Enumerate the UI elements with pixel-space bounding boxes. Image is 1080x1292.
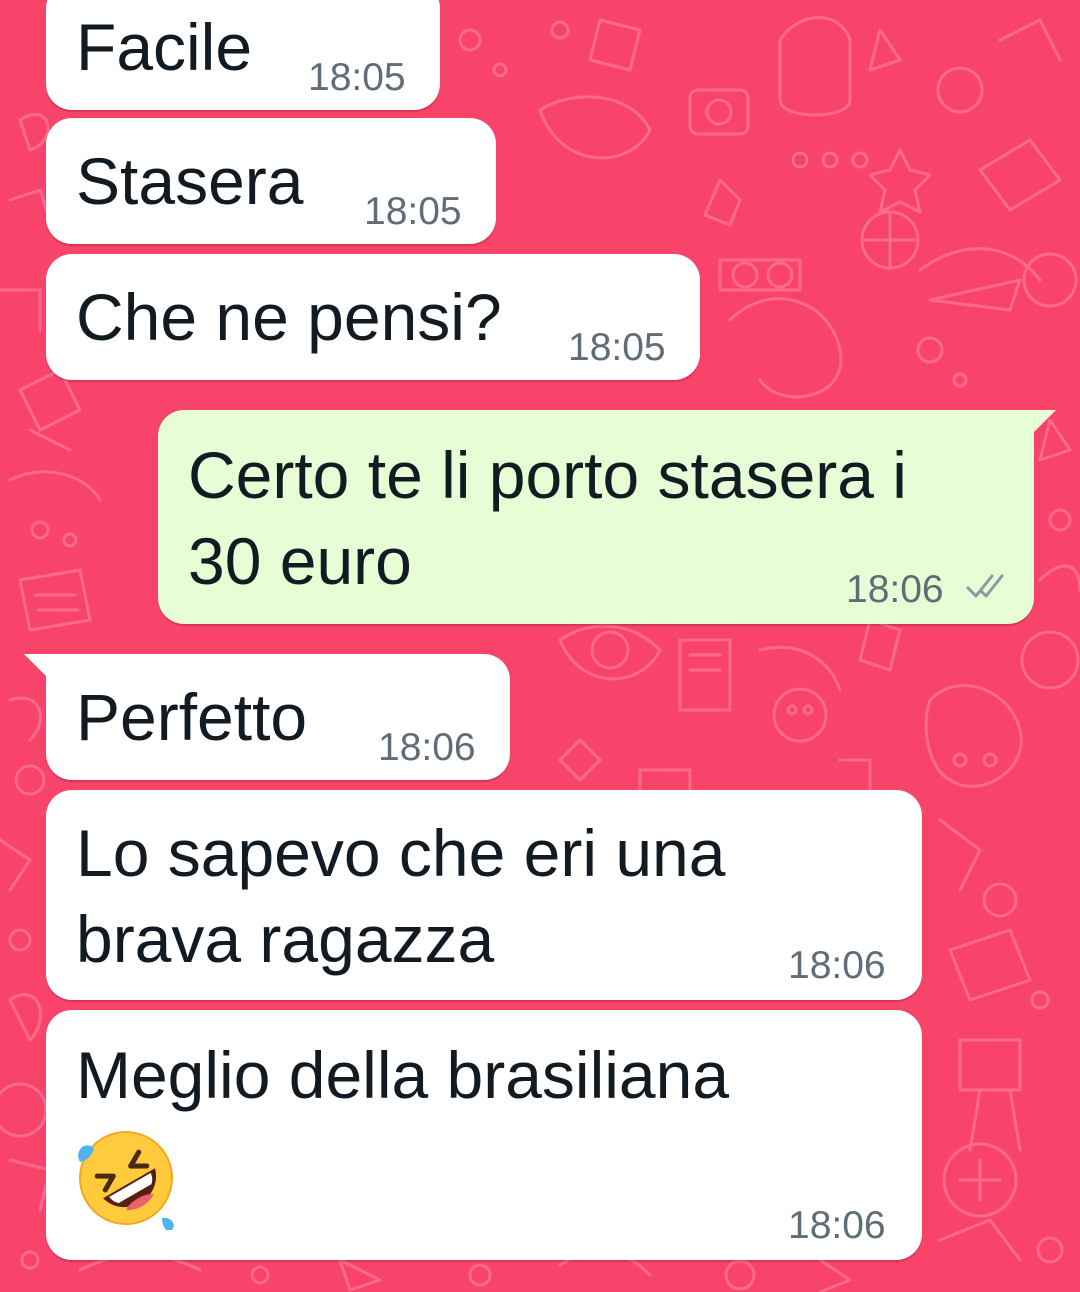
message-timestamp: 18:06 — [846, 568, 944, 611]
message-text-line-2: brava ragazza — [76, 902, 495, 976]
message-timestamp: 18:05 — [364, 190, 462, 233]
message-timestamp: 18:06 — [788, 944, 886, 987]
message-bubble-outgoing[interactable]: Certo te li porto stasera i 30 euro 18:0… — [158, 410, 1034, 624]
message-bubble-incoming[interactable]: Lo sapevo che eri una brava ragazza 18:0… — [46, 790, 922, 1000]
double-check-icon — [966, 574, 1004, 598]
message-text-line-2: 30 euro — [188, 524, 412, 598]
rolling-on-the-floor-laughing-emoji — [78, 1131, 174, 1230]
message-timestamp: 18:05 — [568, 326, 666, 369]
message-text-line-1: Certo te li porto stasera i — [188, 438, 907, 512]
message-bubble-incoming[interactable]: Facile 18:05 — [46, 0, 440, 110]
message-timestamp: 18:05 — [308, 56, 406, 99]
message-text: Che ne pensi? — [76, 280, 502, 354]
chat-message-list: Facile 18:05 Stasera 18:05 Che ne pensi?… — [0, 0, 1080, 1292]
message-bubble-incoming[interactable]: Perfetto 18:06 — [46, 654, 510, 780]
message-text: Meglio della brasiliana — [76, 1038, 730, 1112]
message-bubble-incoming[interactable]: Che ne pensi? 18:05 — [46, 254, 700, 380]
message-timestamp: 18:06 — [378, 726, 476, 769]
message-text: Stasera — [76, 144, 304, 218]
message-bubble-incoming[interactable]: Stasera 18:05 — [46, 118, 496, 244]
message-text-line-1: Lo sapevo che eri una — [76, 816, 726, 890]
message-text: Facile — [76, 10, 253, 84]
message-timestamp: 18:06 — [788, 1204, 886, 1247]
message-text: Perfetto — [76, 680, 308, 754]
message-bubble-incoming[interactable]: Meglio della brasiliana 18:06 — [46, 1010, 922, 1260]
